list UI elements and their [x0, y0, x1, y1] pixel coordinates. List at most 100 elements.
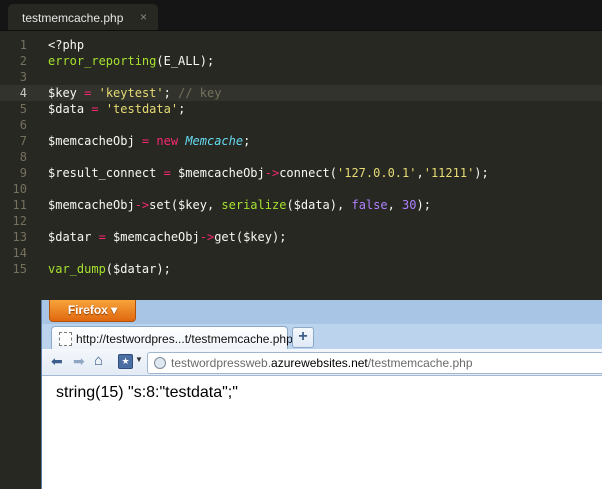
code-token: $memcacheObj — [105, 230, 200, 244]
code-token: ; — [163, 86, 179, 100]
code-token: = — [163, 166, 171, 180]
code-token: set($key, — [149, 198, 222, 212]
code-token: ($datar); — [105, 262, 171, 276]
code-text: $memcacheObj->set($key, serialize($data)… — [48, 197, 431, 213]
code-token: false — [351, 198, 388, 212]
firefox-menu-button[interactable]: Firefox ▾ — [49, 300, 136, 322]
code-line: 5 $data = 'testdata'; — [0, 101, 602, 117]
code-text: <?php — [48, 37, 84, 53]
code-token: $memcacheObj — [48, 198, 135, 212]
globe-icon — [154, 357, 166, 369]
close-icon[interactable]: × — [140, 10, 147, 24]
address-bar[interactable]: testwordpressweb.azurewebsites.net/testm… — [147, 352, 602, 374]
code-line: 12 — [0, 213, 602, 229]
code-line: 4 $key = 'keytest'; // key — [0, 85, 602, 101]
code-token: = — [91, 102, 99, 116]
page-content: string(15) "s:8:"testdata";" — [42, 376, 602, 489]
firefox-window: Firefox ▾ http://testwordpres...t/testme… — [41, 300, 602, 489]
code-token: ); — [416, 198, 431, 212]
code-token: connect( — [279, 166, 337, 180]
url-path: /testmemcache.php — [367, 356, 473, 370]
code-editor[interactable]: 1 <?php 2 error_reporting(E_ALL); 3 4 $key = '… — [0, 31, 602, 301]
code-token: '11211' — [423, 166, 475, 180]
editor-tab-testmemcache[interactable]: testmemcache.php × — [8, 4, 158, 30]
forward-arrow-icon[interactable]: ➡ — [73, 353, 85, 369]
code-line: 13 $datar = $memcacheObj->get($key); — [0, 229, 602, 245]
line-number: 2 — [19, 54, 27, 68]
code-line: 2 error_reporting(E_ALL); — [0, 53, 602, 69]
browser-tab-label: http://testwordpres...t/testmemcache.php — [76, 332, 293, 346]
code-token: // key — [178, 86, 222, 100]
address-bar-url: testwordpressweb.azurewebsites.net/testm… — [171, 356, 473, 370]
back-arrow-icon[interactable]: ⬅ — [51, 353, 63, 369]
url-prefix: testwordpressweb. — [171, 356, 272, 370]
code-text: var_dump($datar); — [48, 261, 171, 277]
code-token: var_dump — [48, 262, 106, 276]
editor-tab-bar: testmemcache.php × — [0, 0, 602, 31]
code-token: , — [416, 166, 424, 180]
url-domain: azurewebsites.net — [271, 356, 368, 370]
line-number: 6 — [19, 118, 27, 132]
home-icon[interactable]: ⌂ — [94, 353, 103, 369]
line-number: 14 — [12, 246, 27, 260]
code-line: 9 $result_connect = $memcacheObj->connect… — [0, 165, 602, 181]
code-line: 10 — [0, 181, 602, 197]
code-token: = — [98, 230, 106, 244]
code-token: $datar — [48, 230, 99, 244]
code-line: 15 var_dump($datar); — [0, 261, 602, 277]
code-line: 1 <?php — [0, 37, 602, 53]
code-text: $memcacheObj = new Memcache; — [48, 133, 250, 149]
line-number: 13 — [12, 230, 27, 244]
code-token: $key — [48, 86, 85, 100]
code-token: -> — [264, 166, 280, 180]
code-line: 14 — [0, 245, 602, 261]
code-token: 30 — [402, 198, 417, 212]
code-text: $result_connect = $memcacheObj->connect(… — [48, 165, 489, 181]
page-favicon-icon — [59, 332, 72, 346]
code-line: 3 — [0, 69, 602, 85]
line-number: 11 — [12, 198, 27, 212]
firefox-titlebar: Firefox ▾ — [42, 300, 602, 324]
code-line: 6 — [0, 117, 602, 133]
code-token: ; — [178, 102, 186, 116]
code-text: $datar = $memcacheObj->get($key); — [48, 229, 286, 245]
navigation-toolbar: ⬅ ➡ ⌂ ★ ▼ testwordpressweb.azurewebsites… — [42, 349, 602, 376]
new-tab-button[interactable]: + — [292, 327, 314, 348]
code-token: new — [156, 134, 179, 148]
code-line: 7 $memcacheObj = new Memcache; — [0, 133, 602, 149]
editor-tab-label: testmemcache.php — [22, 11, 124, 25]
code-line: 8 — [0, 149, 602, 165]
code-token: ; — [243, 134, 251, 148]
bookmark-dropdown-icon[interactable]: ▼ — [135, 355, 143, 364]
code-token: 'keytest' — [98, 86, 164, 100]
code-token: serialize — [221, 198, 287, 212]
line-number: 9 — [19, 166, 27, 180]
line-number: 3 — [19, 70, 27, 84]
code-line: 11 $memcacheObj->set($key, serialize($dat… — [0, 197, 602, 213]
line-number: 5 — [19, 102, 27, 116]
code-token: $result_connect — [48, 166, 164, 180]
line-number: 8 — [19, 150, 27, 164]
code-token: $memcacheObj — [48, 134, 142, 148]
code-token: ); — [474, 166, 489, 180]
code-token: -> — [134, 198, 150, 212]
line-number: 1 — [19, 38, 27, 52]
var-dump-output: string(15) "s:8:"testdata";" — [56, 384, 238, 401]
code-token: Memcache — [185, 134, 244, 148]
line-number: 15 — [12, 262, 27, 276]
line-number: 12 — [12, 214, 27, 228]
line-number: 4 — [19, 86, 27, 100]
browser-tab-strip: http://testwordpres...t/testmemcache.php… — [42, 324, 602, 350]
code-token: $data — [48, 102, 92, 116]
code-token: , — [387, 198, 403, 212]
browser-tab[interactable]: http://testwordpres...t/testmemcache.php — [51, 326, 293, 350]
code-token: '127.0.0.1' — [337, 166, 417, 180]
code-text: $key = 'keytest'; // key — [48, 85, 221, 101]
code-token: <?php — [48, 38, 85, 52]
bookmark-icon[interactable]: ★ — [118, 354, 133, 369]
code-token: -> — [199, 230, 215, 244]
code-text: $data = 'testdata'; — [48, 101, 185, 117]
code-token: ($data), — [286, 198, 352, 212]
